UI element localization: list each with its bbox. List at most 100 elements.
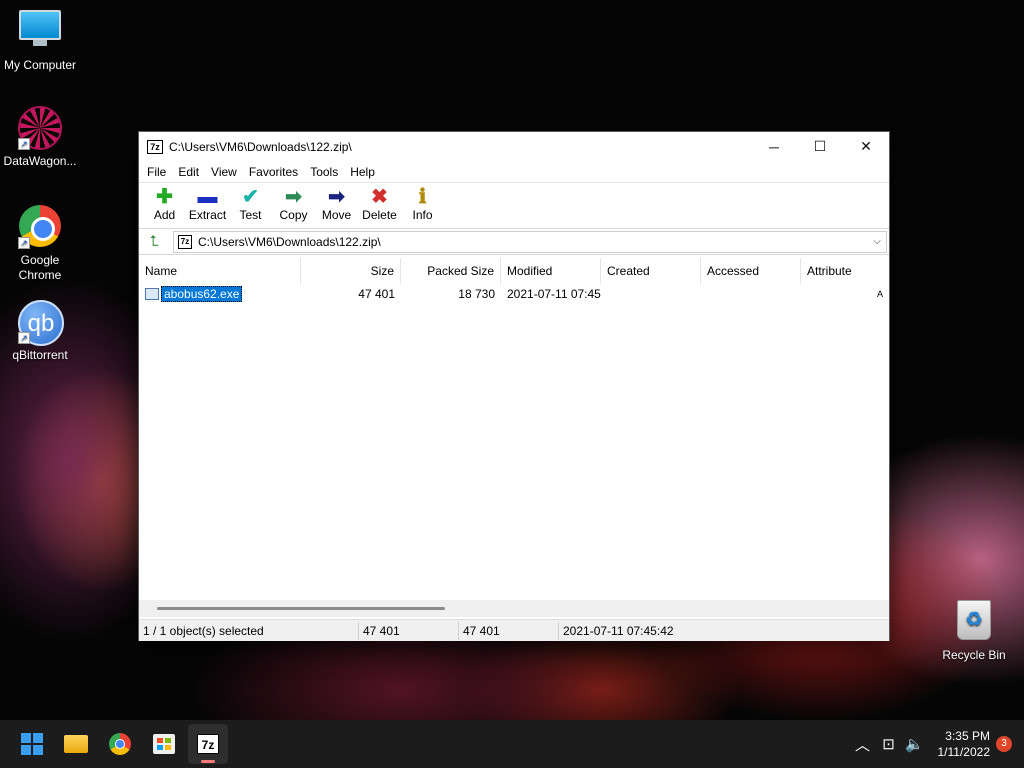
system-tray: ︿ ⊡ 🔈 3:35 PM 1/11/2022 3	[850, 720, 1024, 768]
7zip-app-icon: 7z	[147, 139, 163, 154]
info-icon: ℹ	[418, 186, 427, 208]
start-button[interactable]	[12, 724, 52, 764]
desktop-icon-google-chrome[interactable]: ↗ Google Chrome	[0, 205, 80, 283]
desktop-icon-label: DataWagon...	[3, 154, 77, 168]
clock[interactable]: 3:35 PM 1/11/2022	[938, 728, 991, 760]
desktop-icon-label: qBittorrent	[12, 348, 68, 362]
test-label: Test	[239, 208, 262, 222]
extract-icon: ▬	[197, 186, 218, 208]
chevron-down-icon[interactable]: ⌵	[868, 236, 886, 247]
column-header-created[interactable]: Created	[601, 258, 701, 284]
close-button[interactable]: ✕	[843, 132, 889, 161]
desktop-icon-my-computer[interactable]: My Computer	[0, 10, 80, 73]
desktop-icon-label: Google Chrome	[18, 253, 62, 282]
title-bar[interactable]: 7z C:\Users\VM6\Downloads\122.zip\ ─ ☐ ✕	[139, 132, 889, 161]
file-name: abobus62.exe	[161, 285, 243, 302]
notification-badge[interactable]: 3	[996, 736, 1012, 752]
status-bar: 1 / 1 object(s) selected 47 401 47 401 2…	[139, 619, 889, 641]
maximize-button[interactable]: ☐	[797, 132, 843, 161]
file-list: Name Size Packed Size Modified Created A…	[139, 258, 889, 600]
column-header-modified[interactable]: Modified	[501, 258, 601, 284]
file-size: 47 401	[358, 287, 395, 301]
qbittorrent-icon: qb ↗	[18, 300, 64, 346]
file-name-cell[interactable]: abobus62.exe	[139, 285, 301, 303]
desktop-icon-recycle-bin[interactable]: ♻ Recycle Bin	[934, 600, 1014, 663]
window-title: C:\Users\VM6\Downloads\122.zip\	[169, 139, 352, 154]
taskbar-chrome[interactable]	[100, 724, 140, 764]
status-selected: 1 / 1 object(s) selected	[139, 621, 359, 640]
copy-icon: ➡	[285, 186, 302, 208]
toolbar: ✚ Add ▬ Extract ✔ Test ➡ Copy ➡ Move ✖ D…	[139, 183, 889, 229]
store-icon	[153, 734, 175, 754]
clock-date: 1/11/2022	[937, 745, 991, 759]
monitor-icon	[18, 10, 62, 54]
status-modified: 2021-07-11 07:45:42	[563, 623, 674, 638]
7zip-icon: 7z	[197, 734, 219, 754]
desktop-icon-label: My Computer	[3, 58, 77, 72]
add-label: Add	[153, 208, 176, 222]
volume-icon[interactable]: 🔈	[902, 735, 928, 753]
extract-label: Extract	[188, 208, 227, 222]
delete-icon: ✖	[371, 186, 388, 208]
address-bar: ⮤ 7z C:\Users\VM6\Downloads\122.zip\ ⌵	[139, 229, 889, 255]
info-label: Info	[412, 208, 433, 222]
network-icon[interactable]: ⊡	[876, 735, 902, 753]
chrome-icon: ↗	[18, 205, 62, 249]
menu-file[interactable]: File	[141, 165, 172, 179]
add-button[interactable]: ✚ Add	[143, 186, 186, 222]
status-size: 47 401	[359, 621, 459, 640]
column-header-name[interactable]: Name	[139, 258, 301, 284]
column-header-accessed[interactable]: Accessed	[701, 258, 801, 284]
table-row[interactable]: abobus62.exe 47 401 18 730 2021-07-11 07…	[139, 284, 889, 304]
menu-favorites[interactable]: Favorites	[243, 165, 304, 179]
folder-up-button[interactable]: ⮤	[143, 232, 165, 252]
menu-edit[interactable]: Edit	[172, 165, 205, 179]
test-icon: ✔	[242, 186, 259, 208]
move-button[interactable]: ➡ Move	[315, 186, 358, 222]
info-button[interactable]: ℹ Info	[401, 186, 444, 222]
taskbar-file-explorer[interactable]	[56, 724, 96, 764]
7zip-window: 7z C:\Users\VM6\Downloads\122.zip\ ─ ☐ ✕…	[138, 131, 890, 641]
7zip-archive-icon: 7z	[178, 234, 192, 249]
menu-help[interactable]: Help	[344, 165, 381, 179]
address-input[interactable]: 7z C:\Users\VM6\Downloads\122.zip\ ⌵	[173, 230, 887, 253]
clock-time: 3:35 PM	[945, 729, 990, 743]
copy-button[interactable]: ➡ Copy	[272, 186, 315, 222]
shortcut-arrow-icon: ↗	[18, 237, 30, 249]
delete-button[interactable]: ✖ Delete	[358, 186, 401, 222]
column-headers: Name Size Packed Size Modified Created A…	[139, 258, 889, 284]
menu-tools[interactable]: Tools	[304, 165, 344, 179]
menu-view[interactable]: View	[205, 165, 243, 179]
column-header-packed-size[interactable]: Packed Size	[401, 258, 501, 284]
start-icon	[21, 733, 43, 755]
file-attributes: A	[876, 289, 883, 299]
desktop-icon-label: Recycle Bin	[942, 648, 1006, 662]
minimize-button[interactable]: ─	[751, 132, 797, 161]
scrollbar-thumb[interactable]	[157, 607, 445, 610]
datawagon-icon: ↗	[18, 106, 62, 150]
shortcut-arrow-icon: ↗	[18, 332, 30, 344]
move-label: Move	[321, 208, 352, 222]
desktop-icon-datawagon[interactable]: ↗ DataWagon...	[0, 106, 80, 169]
chevron-up-icon[interactable]: ︿	[850, 734, 876, 755]
recycle-bin-icon: ♻	[952, 600, 996, 644]
taskbar-7zip[interactable]: 7z	[188, 724, 228, 764]
test-button[interactable]: ✔ Test	[229, 186, 272, 222]
desktop-icon-qbittorrent[interactable]: qb ↗ qBittorrent	[0, 300, 80, 363]
file-explorer-icon	[64, 735, 88, 753]
delete-label: Delete	[362, 208, 397, 222]
column-header-attributes[interactable]: Attribute	[801, 258, 889, 284]
move-icon: ➡	[328, 186, 345, 208]
menu-bar: File Edit View Favorites Tools Help	[139, 161, 889, 183]
extract-button[interactable]: ▬ Extract	[186, 186, 229, 222]
file-modified: 2021-07-11 07:45	[507, 287, 601, 301]
add-icon: ✚	[156, 186, 173, 208]
shortcut-arrow-icon: ↗	[18, 138, 30, 150]
status-packed: 47 401	[459, 621, 559, 640]
address-path: C:\Users\VM6\Downloads\122.zip\	[198, 234, 381, 249]
exe-file-icon	[145, 287, 159, 300]
horizontal-scrollbar[interactable]	[139, 600, 889, 617]
column-header-size[interactable]: Size	[301, 258, 401, 284]
taskbar-store[interactable]	[144, 724, 184, 764]
copy-label: Copy	[279, 208, 308, 222]
